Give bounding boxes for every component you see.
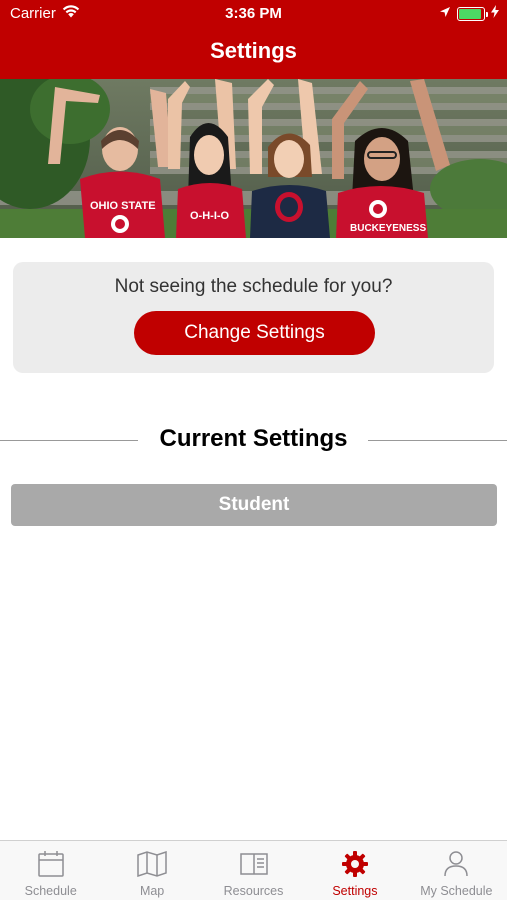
person-icon [441,849,471,879]
location-arrow-icon [439,5,451,23]
tab-bar: Schedule Map Resources Settings My Sched… [0,840,507,900]
tab-label: My Schedule [420,884,493,898]
tab-label: Settings [332,884,378,898]
tab-resources[interactable]: Resources [203,841,304,900]
page-title: Settings [210,38,297,63]
shirt-text-2: O-H-I-O [190,210,230,222]
tab-label: Resources [223,884,284,898]
hero-photo: OHIO STATE O-H-I-O BUCKEYENESS [0,79,507,238]
current-setting-value: Student [11,484,497,526]
status-time: 3:36 PM [225,5,282,22]
header: Carrier 3:36 PM Settings [0,0,507,79]
status-bar: Carrier 3:36 PM [0,0,507,28]
section-title: Current Settings [159,425,348,452]
change-settings-button[interactable]: Change Settings [134,311,375,355]
battery-icon [457,7,488,21]
book-icon [239,849,269,879]
tab-settings[interactable]: Settings [304,841,405,900]
divider-right [368,440,507,441]
map-icon [137,849,167,879]
shirt-text-1: OHIO STATE [90,200,156,212]
tab-map[interactable]: Map [101,841,202,900]
tab-schedule[interactable]: Schedule [0,841,101,900]
charging-bolt-icon [491,5,499,23]
tab-label: Schedule [24,884,77,898]
change-settings-card: Not seeing the schedule for you? Change … [13,262,494,373]
tab-my-schedule[interactable]: My Schedule [406,841,507,900]
shirt-text-3: BUCKEYENESS [350,223,426,234]
status-right [439,5,499,23]
current-settings-heading: Current Settings [0,425,507,457]
prompt-text: Not seeing the schedule for you? [114,276,393,297]
tab-label: Map [139,884,165,898]
calendar-icon [36,849,66,879]
gear-icon [340,849,370,879]
